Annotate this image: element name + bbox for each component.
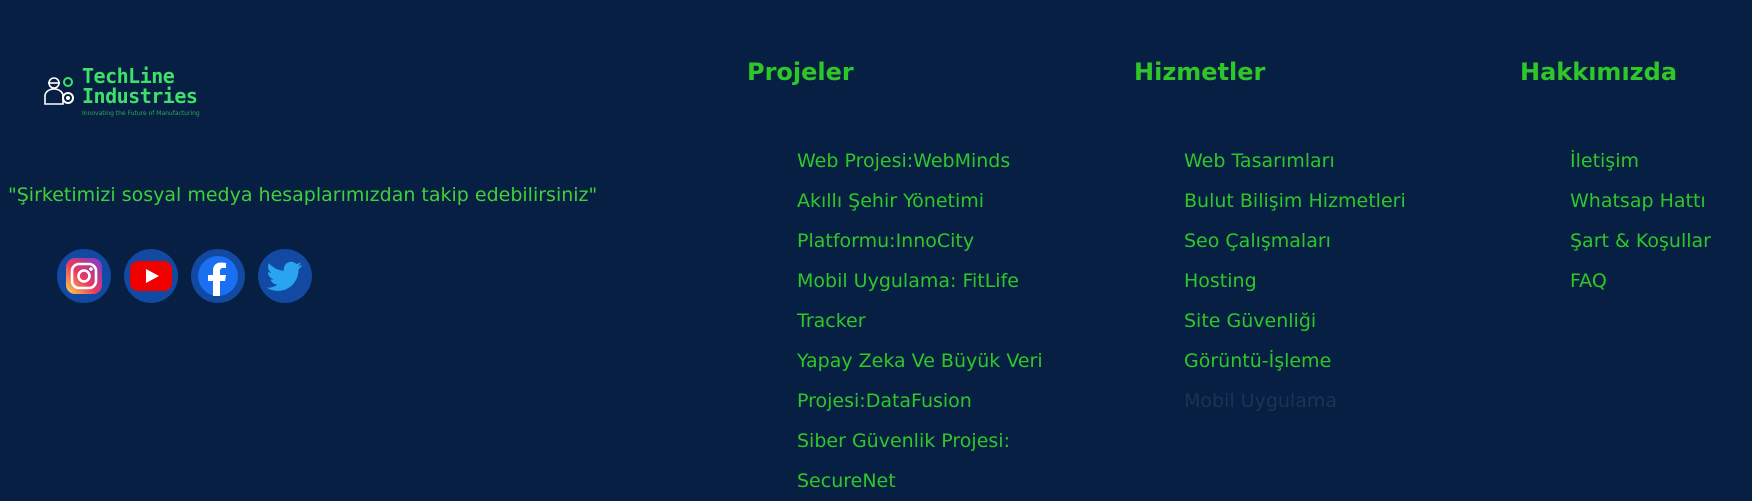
link-site-guvenligi[interactable]: Site Güvenliği [1184, 301, 1406, 341]
link-mobil-uygulama-hizmet[interactable]: Mobil Uygulama [1184, 381, 1406, 421]
instagram-icon [66, 258, 102, 294]
facebook-icon [198, 256, 238, 296]
link-whatsapp[interactable]: Whatsap Hattı [1570, 181, 1711, 221]
link-faq[interactable]: FAQ [1570, 261, 1711, 301]
link-bulut-bilisim[interactable]: Bulut Bilişim Hizmetleri [1184, 181, 1406, 221]
footer-column-projeler: Projeler Web Projesi:WebMinds Akıllı Şeh… [747, 58, 1043, 492]
link-yapay-zeka-cont[interactable]: Projesi:DataFusion [797, 381, 1043, 421]
brand-tagline: Innovating the Future of Manufacturing [82, 110, 200, 117]
column-title-projeler: Projeler [747, 58, 854, 86]
brand-name-line1: TechLine [82, 64, 175, 88]
footer-column-hizmetler: Hizmetler Web Tasarımları Bulut Bilişim … [1134, 58, 1406, 412]
link-akilli-sehir-cont[interactable]: Platformu:InnoCity [797, 221, 1043, 261]
link-siber-guvenlik[interactable]: Siber Güvenlik Projesi: [797, 421, 1043, 461]
twitter-icon [267, 261, 303, 291]
link-mobil-uygulama[interactable]: Mobil Uygulama: FitLife [797, 261, 1043, 301]
footer-column-hakkimizda: Hakkımızda İletişim Whatsap Hattı Şart &… [1520, 58, 1711, 292]
twitter-link[interactable] [258, 249, 312, 303]
column-title-hizmetler: Hizmetler [1134, 58, 1266, 86]
social-follow-text: "Şirketimizi sosyal medya hesaplarımızda… [8, 184, 598, 206]
youtube-icon [130, 261, 172, 291]
brand-logo[interactable]: TechLine Industries Innovating the Futur… [42, 64, 232, 124]
link-sart-kosullar[interactable]: Şart & Koşullar [1570, 221, 1711, 261]
youtube-link[interactable] [124, 249, 178, 303]
link-hosting[interactable]: Hosting [1184, 261, 1406, 301]
link-iletisim[interactable]: İletişim [1570, 141, 1711, 181]
social-links [57, 249, 312, 303]
link-seo[interactable]: Seo Çalışmaları [1184, 221, 1406, 261]
link-akilli-sehir[interactable]: Akıllı Şehir Yönetimi [797, 181, 1043, 221]
link-yapay-zeka[interactable]: Yapay Zeka Ve Büyük Veri [797, 341, 1043, 381]
link-goruntu-isleme[interactable]: Görüntü-İşleme [1184, 341, 1406, 381]
engineer-gear-icon [44, 77, 74, 105]
link-mobil-uygulama-cont[interactable]: Tracker [797, 301, 1043, 341]
link-siber-guvenlik-cont[interactable]: SecureNet [797, 461, 1043, 501]
facebook-link[interactable] [191, 249, 245, 303]
column-title-hakkimizda: Hakkımızda [1520, 58, 1678, 86]
instagram-link[interactable] [57, 249, 111, 303]
link-web-tasarimlari[interactable]: Web Tasarımları [1184, 141, 1406, 181]
brand-name-line2: Industries [82, 84, 198, 108]
link-web-projesi[interactable]: Web Projesi:WebMinds [797, 141, 1043, 181]
